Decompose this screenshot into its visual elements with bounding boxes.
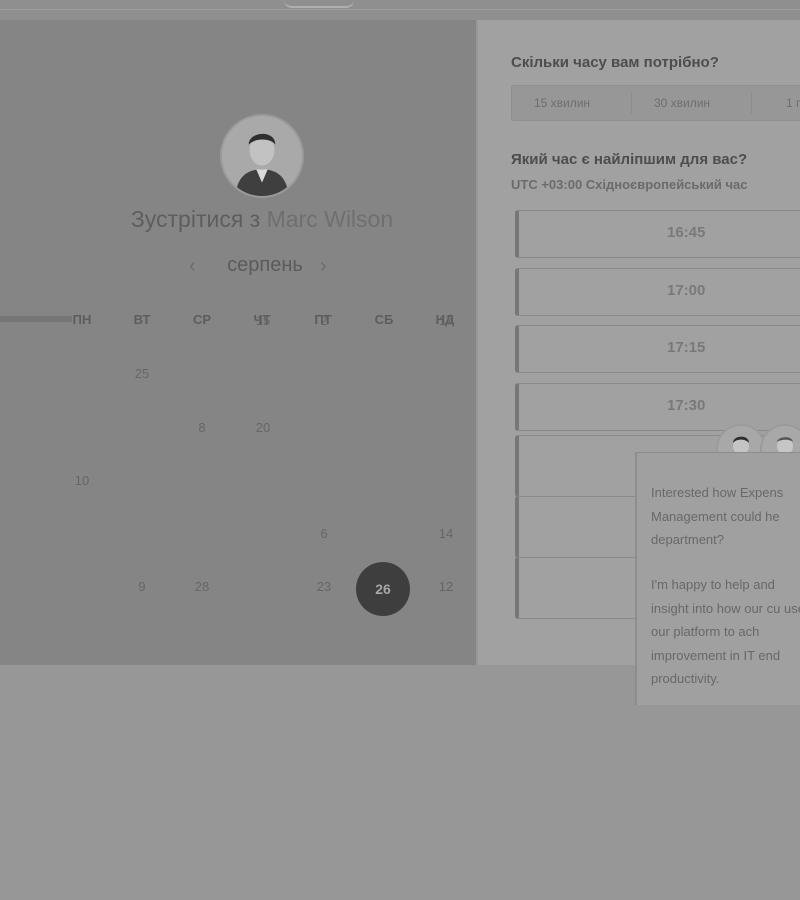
time-slot[interactable]: 16:45	[515, 210, 800, 258]
calendar-day[interactable]: 28	[176, 577, 228, 597]
duration-option-15[interactable]: 15 хвилин	[512, 86, 612, 120]
time-slot-label: 16:45	[667, 224, 706, 241]
meeting-title: Зустрітися з Marc Wilson	[0, 206, 524, 233]
time-question: Який час є найліпшим для вас?	[511, 151, 748, 168]
calendar-day[interactable]: 14	[420, 524, 472, 544]
calendar-day[interactable]: 17	[420, 311, 472, 331]
weekday-sat: СБ	[374, 312, 394, 327]
host-avatar	[220, 114, 304, 198]
host-photo	[222, 116, 302, 196]
top-bar-handle	[284, 0, 354, 8]
time-slot[interactable]: 17:15	[515, 325, 800, 373]
time-slot-label: 17:30	[667, 397, 706, 414]
weekday-wed: СР	[192, 312, 212, 327]
top-bar-divider	[0, 9, 800, 10]
calendar-day[interactable]: 23	[298, 577, 350, 597]
calendar-day[interactable]: 8	[176, 418, 228, 438]
duration-option-30[interactable]: 30 хвилин	[632, 86, 732, 120]
time-slot-label: 17:00	[667, 282, 706, 299]
browser-top-bar	[0, 0, 800, 20]
calendar-day[interactable]: 15	[237, 311, 289, 331]
time-slot[interactable]: 17:30	[515, 383, 800, 431]
calendar-panel: Зустрітися з Marc Wilson ‹ серпень › ПН …	[0, 20, 476, 665]
chat-message: Interested how Expens Management could h…	[651, 485, 784, 547]
month-navigator: ‹ серпень ›	[185, 252, 345, 280]
time-slot[interactable]: 17:00	[515, 268, 800, 316]
meeting-title-prefix: Зустрітися з	[130, 206, 261, 232]
duration-option-60[interactable]: 1 г	[752, 86, 800, 120]
duration-selector: 15 хвилин 30 хвилин 1 г	[511, 85, 800, 121]
calendar-day[interactable]: 2	[298, 311, 350, 331]
calendar-day[interactable]: 9	[116, 577, 168, 597]
next-month-chevron-icon[interactable]: ›	[320, 255, 327, 278]
calendar-day[interactable]: 12	[420, 577, 472, 597]
chat-message: I'm happy to help and insight into how o…	[651, 577, 800, 686]
duration-question: Скільки часу вам потрібно?	[511, 54, 719, 71]
weekday-tue: ВТ	[133, 312, 151, 327]
weekday-mon: ПН	[72, 312, 92, 327]
calendar-day[interactable]: 6	[298, 524, 350, 544]
calendar-day[interactable]: 25	[116, 364, 168, 384]
host-name: Marc Wilson	[266, 206, 394, 232]
calendar-day[interactable]: 10	[56, 471, 108, 491]
chat-popup[interactable]: Interested how Expens Management could h…	[635, 452, 800, 705]
timezone-label[interactable]: UTC +03:00 Східноєвропейський час	[511, 177, 748, 192]
selected-calendar-day[interactable]: 26	[356, 562, 410, 616]
time-slot-label: 17:15	[667, 339, 706, 356]
calendar-day[interactable]: 20	[237, 418, 289, 438]
